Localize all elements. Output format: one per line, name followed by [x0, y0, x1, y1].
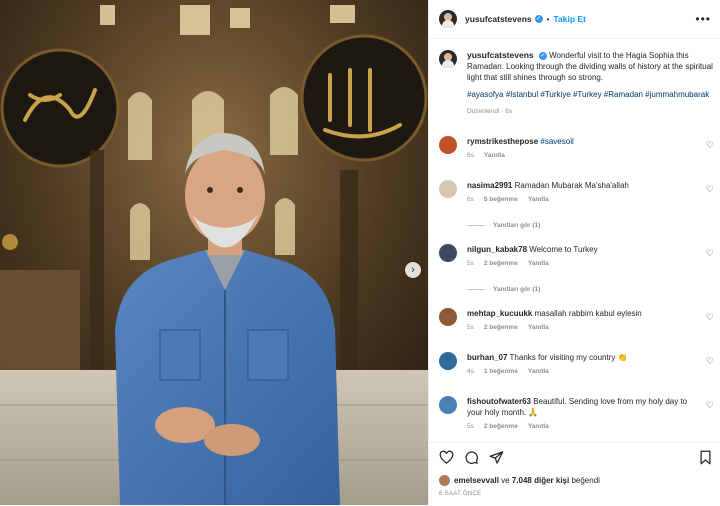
post-header: yusufcatstevens ✓ • Takip Et ••• — [429, 0, 720, 39]
post-footer: emelsevvall ve 7.048 diğer kişi beğendi … — [429, 442, 720, 506]
comment-time: 4s — [467, 368, 474, 375]
reply-button[interactable]: Yanıtla — [528, 368, 549, 375]
reply-button[interactable]: Yanıtla — [528, 324, 549, 331]
heart-icon[interactable] — [439, 450, 454, 465]
comment-item: rymstrikesthepose #savesoil 6s Yanıtla ♡ — [439, 136, 714, 159]
comment-likes[interactable]: 5 beğenme — [484, 196, 518, 203]
comment-avatar[interactable] — [439, 136, 457, 154]
next-photo-button[interactable]: › — [405, 262, 421, 278]
verified-icon: ✓ — [538, 51, 547, 60]
comment-item: burhan_07 Thanks for visiting my country… — [439, 352, 714, 375]
comment-like-heart-icon[interactable]: ♡ — [706, 248, 714, 259]
liked-count[interactable]: 7.048 diğer kişi — [512, 476, 569, 485]
comment-like-heart-icon[interactable]: ♡ — [706, 312, 714, 323]
comment-text: Ramadan Mubarak Ma'sha'allah — [514, 181, 629, 190]
comment-avatar[interactable] — [439, 180, 457, 198]
comment-username[interactable]: burhan_07 — [467, 353, 507, 362]
separator-dot: • — [546, 14, 550, 24]
comment-like-heart-icon[interactable]: ♡ — [706, 356, 714, 367]
comment-like-heart-icon[interactable]: ♡ — [706, 400, 714, 411]
post-image — [0, 0, 428, 505]
comment-username[interactable]: mehtap_kucuukk — [467, 309, 532, 318]
post-time: 6 SAAT ÖNCE — [439, 491, 482, 497]
comment-likes[interactable]: 2 beğenme — [484, 260, 518, 267]
comment-icon[interactable] — [464, 450, 479, 465]
comment-time: 6s — [467, 152, 474, 159]
comment-like-heart-icon[interactable]: ♡ — [706, 184, 714, 195]
reply-button[interactable]: Yanıtla — [484, 152, 505, 159]
more-options-icon[interactable]: ••• — [695, 12, 711, 26]
comment-text: masallah rabbim kabul eylesin — [534, 309, 642, 318]
caption-username[interactable]: yusufcatstevens — [467, 50, 534, 60]
comment-username[interactable]: nasima2991 — [467, 181, 512, 190]
comment-time: 5s — [467, 423, 474, 430]
follow-button[interactable]: Takip Et — [553, 14, 585, 24]
comment-username[interactable]: nilgun_kabak78 — [467, 245, 527, 254]
likes-summary: emelsevvall ve 7.048 diğer kişi beğendi — [439, 475, 600, 486]
hashtags[interactable]: #ayasofya #Istanbul #Turkiye #Turkey #Ra… — [467, 89, 714, 100]
liker-avatar[interactable] — [439, 475, 450, 486]
comment-time: 6s — [467, 196, 474, 203]
comment-text: Welcome to Turkey — [529, 245, 598, 254]
comment-time: 5s — [467, 260, 474, 267]
comment-avatar[interactable] — [439, 352, 457, 370]
liked-mid: ve — [498, 476, 512, 485]
caption-text: yusufcatstevens ✓ Wonderful visit to the… — [467, 50, 714, 83]
action-bar — [439, 450, 504, 465]
comment-avatar[interactable] — [439, 308, 457, 326]
save-button[interactable] — [698, 450, 713, 465]
liked-end: beğendi — [569, 476, 600, 485]
edited-label: Düzenlendi · 6s — [467, 108, 513, 115]
share-icon[interactable] — [489, 450, 504, 465]
comment-text: Thanks for visiting my country 👏 — [509, 353, 628, 362]
comment-item: fishoutofwater63 Beautiful. Sending love… — [439, 396, 714, 430]
username[interactable]: yusufcatstevens — [465, 14, 532, 24]
comment-likes[interactable]: 2 beğenme — [484, 324, 518, 331]
comment-item: mehtap_kucuukk masallah rabbim kabul eyl… — [439, 308, 714, 331]
avatar[interactable] — [439, 10, 457, 28]
comment-avatar[interactable] — [439, 244, 457, 262]
reply-button[interactable]: Yanıtla — [528, 196, 549, 203]
bookmark-icon[interactable] — [698, 450, 713, 465]
comment-item: nilgun_kabak78 Welcome to Turkey 5s 2 beğ… — [439, 244, 714, 267]
reply-button[interactable]: Yanıtla — [528, 423, 549, 430]
caption-avatar[interactable] — [439, 50, 457, 68]
post-panel: yusufcatstevens ✓ • Takip Et ••• yusufca… — [428, 0, 720, 505]
view-replies-button[interactable]: Yanıtları gör (1) — [467, 286, 540, 293]
chevron-right-icon: › — [411, 263, 415, 276]
comment-avatar[interactable] — [439, 396, 457, 414]
comment-item: nasima2991 Ramadan Mubarak Ma'sha'allah … — [439, 180, 714, 203]
reply-button[interactable]: Yanıtla — [528, 260, 549, 267]
comment-likes[interactable]: 2 beğenme — [484, 423, 518, 430]
comment-like-heart-icon[interactable]: ♡ — [706, 140, 714, 151]
liked-by-user[interactable]: emelsevvall — [454, 476, 499, 485]
comment-hashtag[interactable]: #savesoil — [540, 137, 573, 146]
caption: yusufcatstevens ✓ Wonderful visit to the… — [439, 50, 714, 115]
post-photo[interactable]: › — [0, 0, 428, 505]
comment-username[interactable]: rymstrikesthepose — [467, 137, 538, 146]
comment-time: 5s — [467, 324, 474, 331]
comment-username[interactable]: fishoutofwater63 — [467, 397, 531, 406]
comment-likes[interactable]: 1 beğenme — [484, 368, 518, 375]
view-replies-button[interactable]: Yanıtları gör (1) — [467, 222, 540, 229]
verified-icon: ✓ — [534, 15, 543, 23]
